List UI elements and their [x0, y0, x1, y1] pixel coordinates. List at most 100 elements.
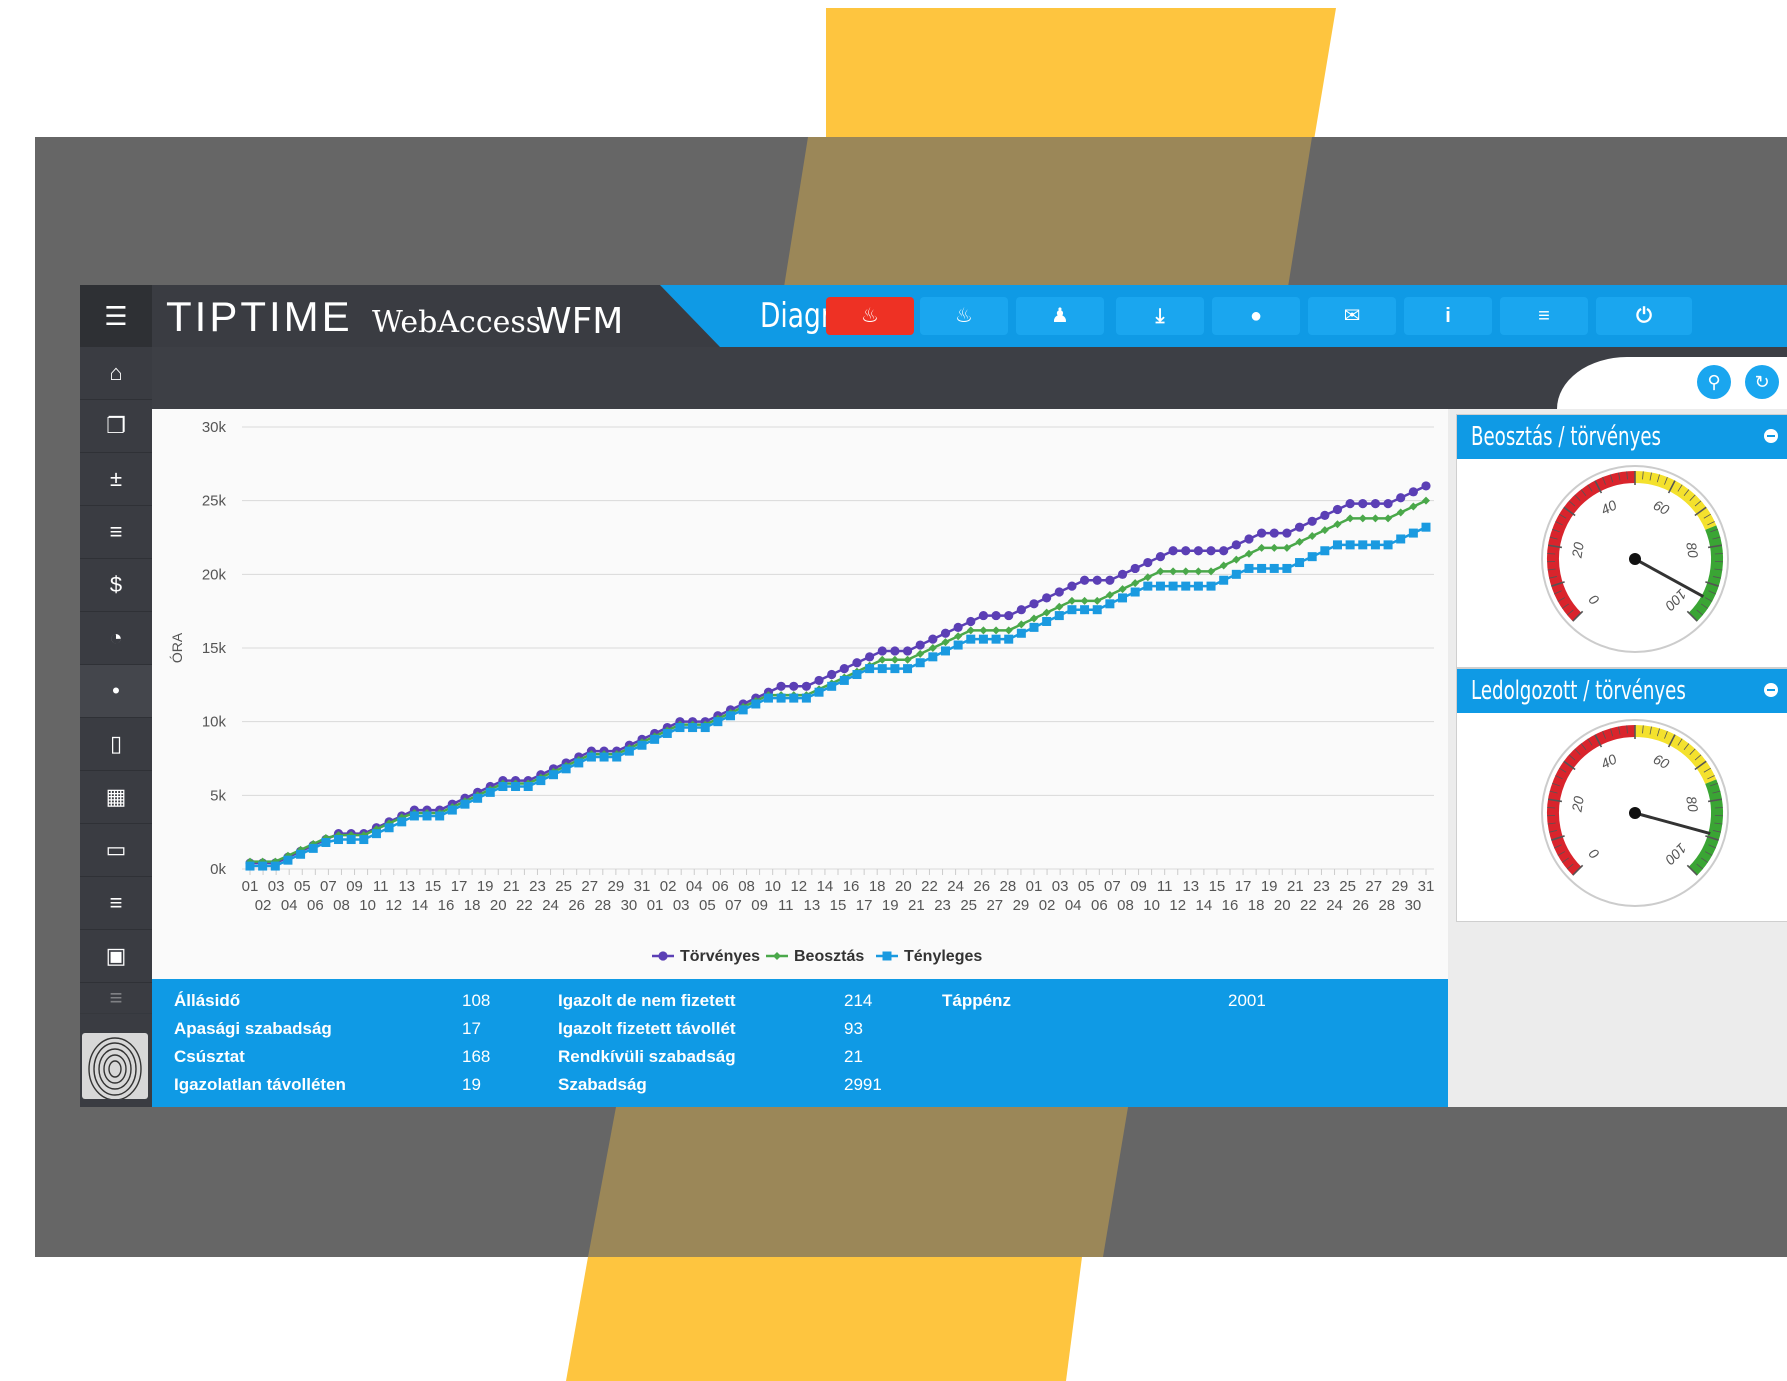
info-button[interactable]: i — [1404, 297, 1492, 335]
data-point[interactable] — [435, 811, 445, 821]
data-point[interactable] — [371, 829, 381, 839]
data-point[interactable] — [258, 861, 268, 871]
data-point[interactable] — [1030, 614, 1038, 623]
data-point[interactable] — [1358, 540, 1368, 550]
hamburger-menu-icon[interactable]: ☰ — [80, 285, 152, 347]
data-point[interactable] — [751, 699, 761, 709]
sidebar-item-stack[interactable]: ≡ — [80, 877, 152, 930]
data-point[interactable] — [409, 811, 419, 821]
data-point[interactable] — [789, 693, 799, 703]
data-point[interactable] — [1294, 522, 1305, 532]
data-point[interactable] — [877, 664, 887, 674]
data-point[interactable] — [1244, 563, 1254, 573]
data-point[interactable] — [359, 835, 369, 845]
data-point[interactable] — [1219, 561, 1228, 570]
data-point[interactable] — [1345, 499, 1355, 509]
sidebar-item-plus-minus[interactable]: ± — [80, 453, 152, 506]
power-button[interactable]: ⏻ — [1596, 297, 1692, 335]
data-point[interactable] — [637, 740, 647, 750]
data-point[interactable] — [1295, 558, 1305, 568]
data-point[interactable] — [688, 723, 698, 733]
data-point[interactable] — [624, 746, 634, 756]
data-point[interactable] — [1054, 611, 1064, 621]
data-point[interactable] — [346, 835, 356, 845]
data-point[interactable] — [473, 793, 483, 803]
data-point[interactable] — [1244, 549, 1253, 558]
data-point[interactable] — [1370, 499, 1381, 509]
data-point[interactable] — [902, 646, 913, 656]
data-point[interactable] — [1244, 534, 1254, 544]
data-point[interactable] — [422, 811, 432, 821]
data-point[interactable] — [1080, 596, 1089, 605]
data-point[interactable] — [308, 843, 318, 853]
data-point[interactable] — [1029, 599, 1039, 609]
minimize-icon[interactable] — [1764, 683, 1778, 697]
data-point[interactable] — [839, 664, 849, 674]
data-point[interactable] — [1042, 593, 1052, 603]
data-point[interactable] — [1320, 510, 1330, 520]
data-point[interactable] — [776, 693, 786, 703]
sidebar-item-dollar[interactable]: $ — [80, 559, 152, 612]
data-point[interactable] — [1017, 620, 1026, 629]
data-point[interactable] — [1105, 590, 1114, 599]
data-point[interactable] — [1396, 508, 1405, 517]
data-point[interactable] — [916, 649, 925, 658]
data-point[interactable] — [940, 628, 951, 638]
data-point[interactable] — [1181, 581, 1191, 591]
data-point[interactable] — [1219, 546, 1229, 556]
user-button[interactable]: ● — [1212, 297, 1300, 335]
data-point[interactable] — [1105, 599, 1115, 609]
data-point[interactable] — [1371, 514, 1380, 523]
chat-button[interactable]: ✉ — [1308, 297, 1396, 335]
data-point[interactable] — [1308, 532, 1317, 541]
data-point[interactable] — [1370, 540, 1380, 550]
sidebar-item-badge[interactable]: ▣ — [80, 930, 152, 983]
data-point[interactable] — [801, 681, 811, 691]
data-point[interactable] — [586, 752, 596, 762]
data-point[interactable] — [991, 610, 1001, 621]
data-point[interactable] — [852, 670, 862, 680]
data-point[interactable] — [1067, 581, 1077, 591]
data-point[interactable] — [447, 805, 457, 815]
data-point[interactable] — [397, 817, 407, 827]
data-point[interactable] — [789, 681, 799, 691]
data-point[interactable] — [890, 664, 900, 674]
data-point[interactable] — [1067, 605, 1077, 615]
data-point[interactable] — [865, 652, 875, 662]
data-point[interactable] — [334, 835, 344, 845]
data-point[interactable] — [1193, 546, 1203, 556]
data-point[interactable] — [928, 652, 938, 662]
data-point[interactable] — [1282, 528, 1292, 538]
data-point[interactable] — [1345, 540, 1355, 550]
data-point[interactable] — [523, 781, 533, 791]
data-point[interactable] — [954, 632, 963, 641]
data-point[interactable] — [384, 823, 394, 833]
database-settings-button[interactable]: ≡ — [1500, 297, 1588, 335]
legend-label[interactable]: Tényleges — [904, 948, 982, 965]
flame-button[interactable]: ♨ — [920, 297, 1008, 335]
data-point[interactable] — [1282, 563, 1292, 573]
data-point[interactable] — [852, 658, 862, 668]
sidebar-item-home[interactable]: ⌂ — [80, 347, 152, 400]
data-point[interactable] — [1168, 546, 1178, 556]
data-point[interactable] — [1016, 628, 1026, 638]
sidebar-item-copy[interactable]: ❐ — [80, 400, 152, 453]
data-point[interactable] — [1270, 543, 1279, 552]
data-point[interactable] — [1346, 514, 1355, 523]
data-point[interactable] — [1105, 575, 1115, 585]
data-point[interactable] — [1383, 499, 1393, 509]
fire-button[interactable]: ♨ — [826, 297, 914, 335]
data-point[interactable] — [612, 752, 622, 762]
data-point[interactable] — [1232, 555, 1241, 564]
data-point[interactable] — [460, 799, 470, 809]
data-point[interactable] — [966, 634, 976, 644]
data-point[interactable] — [1092, 575, 1102, 585]
data-point[interactable] — [928, 644, 937, 652]
legend-label[interactable]: Beosztás — [794, 948, 864, 965]
data-point[interactable] — [1067, 596, 1076, 605]
data-point[interactable] — [713, 717, 723, 727]
data-point[interactable] — [1029, 622, 1039, 632]
data-point[interactable] — [536, 776, 546, 786]
data-point[interactable] — [1004, 610, 1014, 621]
data-point[interactable] — [700, 723, 710, 733]
